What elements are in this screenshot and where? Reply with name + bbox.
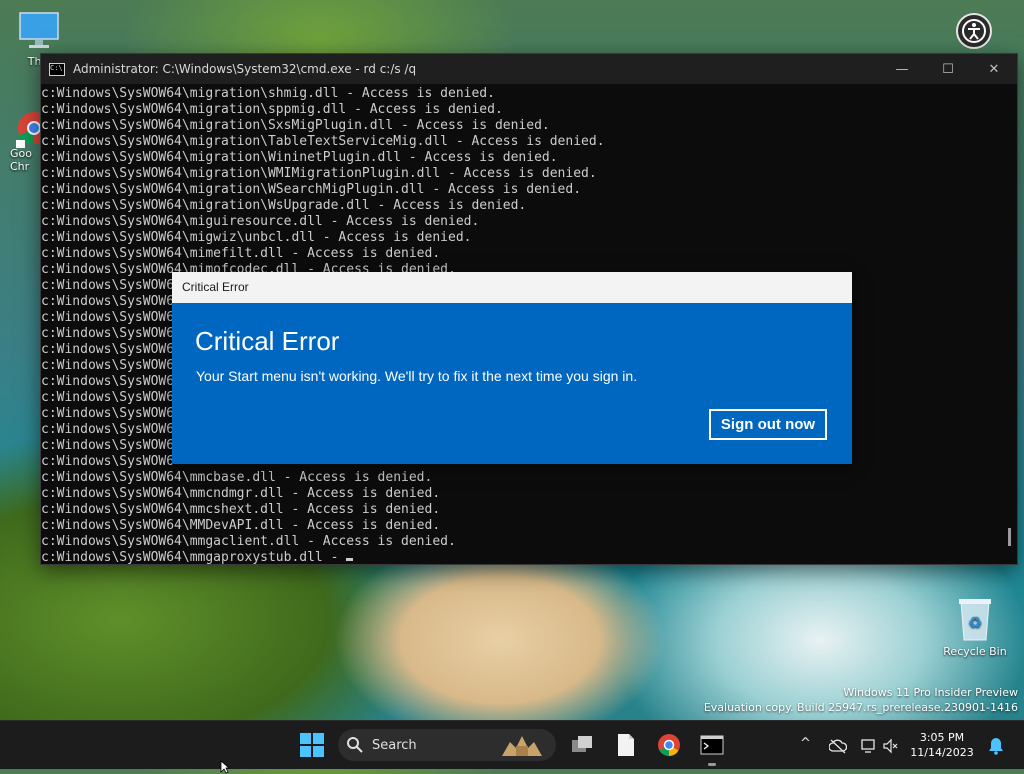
dialog-heading: Critical Error [195, 326, 340, 356]
volume-muted-icon[interactable] [882, 738, 898, 754]
cmd-window-title: Administrator: C:\Windows\System32\cmd.e… [73, 62, 417, 76]
desktop-icon-label: Goo Chr [10, 147, 32, 173]
console-line: c:Windows\SysWOW64\migration\sppmig.dll … [41, 102, 503, 117]
console-line: c:Windows\SysWOW64\miguiresource.dll - A… [41, 214, 480, 229]
recycle-bin-icon: ♻ [959, 599, 991, 641]
console-line: c:Windows\SysWOW64\migration\WMIMigratio… [41, 166, 597, 181]
search-label: Search [372, 737, 417, 753]
clock-date: 11/14/2023 [910, 746, 974, 759]
task-view-button[interactable] [566, 729, 598, 761]
console-line: c:Windows\SysWOW64\migration\WSearchMigP… [41, 182, 582, 197]
console-line: c:Windows\SysWOW64\mmgaproxystub.dll - [41, 550, 999, 564]
console-line: c:Windows\SysWOW64\MMDevAPI.dll - Access… [41, 518, 441, 533]
scrollbar-thumb[interactable] [1008, 528, 1011, 546]
dialog-titlebar: Critical Error [172, 272, 852, 303]
terminal-running-indicator [708, 763, 716, 766]
maximize-button[interactable]: ☐ [925, 54, 971, 84]
windows-logo-icon [300, 733, 324, 757]
text-cursor [346, 558, 354, 561]
close-button[interactable]: ✕ [971, 54, 1017, 84]
console-line: c:Windows\SysWOW64\migwiz\unbcl.dll - Ac… [41, 230, 472, 245]
taskbar-search-box[interactable]: Search [338, 729, 556, 761]
cmd-titlebar[interactable]: C:\ Administrator: C:\Windows\System32\c… [41, 54, 1017, 84]
minimize-button[interactable]: — [879, 54, 925, 84]
accessibility-icon[interactable] [956, 13, 992, 49]
search-icon [347, 737, 363, 753]
desktop-icon-google-chrome[interactable]: Goo Chr [10, 108, 50, 173]
console-line: c:Windows\SysWOW64\mmcbase.dll - Access … [41, 470, 433, 485]
taskbar-clock[interactable]: 3:05 PM 11/14/2023 [904, 730, 980, 760]
taskbar-terminal[interactable] [696, 729, 728, 761]
console-line: c:Windows\SysWOW64\mimefilt.dll - Access… [41, 246, 441, 261]
console-line: c:Windows\SysWOW64\migration\shmig.dll -… [41, 86, 495, 101]
console-line: c:Windows\SysWOW64\migration\WsUpgrade.d… [41, 198, 527, 213]
console-line: c:Windows\SysWOW64\migration\SxsMigPlugi… [41, 118, 550, 133]
terminal-icon [700, 735, 724, 755]
console-line: c:Windows\SysWOW64\migration\TableTextSe… [41, 134, 605, 149]
desktop-icon-recycle-bin[interactable]: ♻ Recycle Bin [940, 596, 1010, 658]
clock-time: 3:05 PM [919, 731, 965, 744]
console-line: c:Windows\SysWOW64\mmcndmgr.dll - Access… [41, 486, 441, 501]
start-button[interactable] [296, 729, 328, 761]
desktop-icon-label: Recycle Bin [943, 645, 1007, 658]
console-line: c:Windows\SysWOW64\mmcshext.dll - Access… [41, 502, 441, 517]
watermark-edition: Windows 11 Pro Insider Preview [843, 686, 1018, 699]
taskbar-file-app[interactable] [610, 729, 642, 761]
file-icon [618, 734, 634, 756]
svg-text:♻: ♻ [968, 613, 982, 632]
search-highlight-icon [502, 736, 542, 756]
task-view-icon [572, 736, 592, 752]
critical-error-dialog: Critical Error Critical Error Your Start… [172, 272, 852, 464]
dialog-message: Your Start menu isn't working. We'll try… [196, 368, 638, 384]
taskbar-chrome[interactable] [653, 729, 685, 761]
cloud-offline-icon[interactable] [829, 738, 847, 754]
sign-out-now-button[interactable]: Sign out now [709, 409, 827, 440]
watermark-build: Evaluation copy. Build 25947.rs_prerelea… [703, 701, 1018, 714]
monitor-icon [19, 12, 59, 48]
chrome-icon [658, 734, 680, 756]
notification-bell-icon[interactable] [988, 737, 1004, 755]
mouse-cursor-icon [220, 760, 230, 774]
taskbar: Search ^ 3:05 PM 11/14/2023 [0, 720, 1024, 769]
console-line: c:Windows\SysWOW64\mmgaclient.dll - Acce… [41, 534, 456, 549]
console-line: c:Windows\SysWOW64\migration\WininetPlug… [41, 150, 558, 165]
cmd-icon: C:\ [49, 62, 65, 76]
windows-watermark: Windows 11 Pro Insider Preview Evaluatio… [704, 685, 1018, 715]
chrome-icon [16, 112, 50, 148]
network-icon[interactable] [861, 738, 879, 754]
tray-overflow-chevron[interactable]: ^ [800, 736, 811, 751]
